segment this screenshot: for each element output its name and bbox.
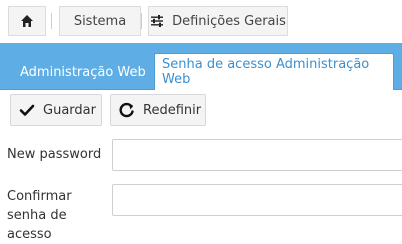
breadcrumb-item-definicoes-gerais[interactable]: Definições Gerais [148, 6, 288, 36]
tab-bar: Administração Web Senha de acesso Admini… [0, 43, 402, 90]
reset-button-label: Redefinir [143, 102, 202, 118]
breadcrumb-separator [51, 13, 52, 29]
new-password-field[interactable] [112, 139, 402, 171]
breadcrumb-item-label: Sistema [73, 13, 127, 29]
confirm-password-label: Confirmar senha de acesso [7, 189, 72, 242]
breadcrumb-item-label: Definições Gerais [172, 13, 286, 29]
home-icon [21, 15, 33, 27]
save-button[interactable]: Guardar [10, 94, 102, 126]
save-button-label: Guardar [43, 102, 96, 118]
reset-button[interactable]: Redefinir [110, 94, 206, 126]
refresh-icon [119, 102, 134, 118]
breadcrumb-item-sistema[interactable]: Sistema [59, 6, 141, 36]
breadcrumb: Sistema Definições Gerais [0, 0, 402, 42]
confirm-password-field[interactable] [112, 184, 402, 216]
tab-senha-de-acesso[interactable]: Senha de acesso Administração Web [154, 53, 394, 90]
tab-administracao-web[interactable]: Administração Web [20, 63, 146, 81]
home-button[interactable] [8, 6, 46, 36]
new-password-label: New password [7, 147, 102, 162]
checkmark-icon [19, 104, 35, 116]
tab-label: Administração Web [20, 64, 146, 80]
breadcrumb-separator [141, 13, 142, 29]
tab-label: Senha de acesso Administração Web [162, 57, 370, 87]
sliders-icon [151, 15, 164, 27]
